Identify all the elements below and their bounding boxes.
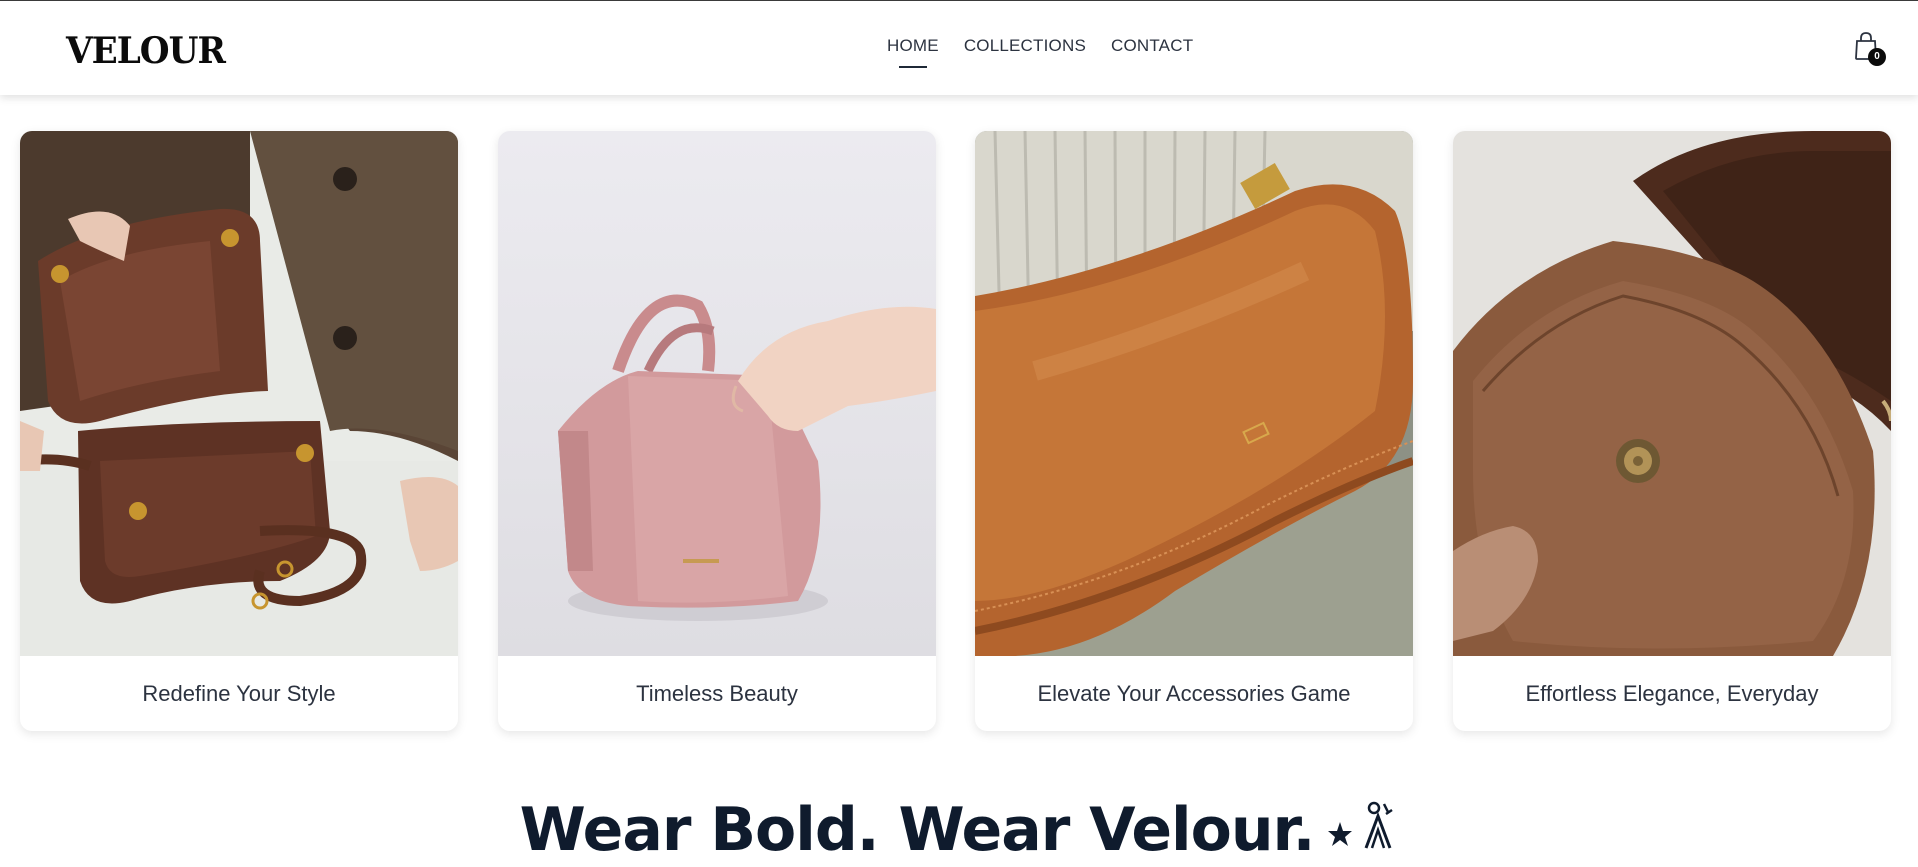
hero-tagline: Wear Bold. Wear Velour. bbox=[0, 795, 1918, 867]
card-caption: Elevate Your Accessories Game bbox=[1037, 681, 1351, 706]
pink-tote-bag-photo bbox=[498, 131, 936, 656]
nav-collections[interactable]: COLLECTIONS bbox=[964, 35, 1086, 57]
tan-leather-baguette-photo bbox=[975, 131, 1413, 656]
card-caption: Effortless Elegance, Everyday bbox=[1525, 681, 1819, 706]
brown-saddle-bag-photo bbox=[1453, 131, 1891, 656]
brown-crossbody-bag-photo bbox=[20, 131, 458, 656]
cart-button[interactable]: 0 bbox=[1853, 31, 1887, 67]
nav-home[interactable]: HOME bbox=[887, 35, 939, 68]
collection-card-redefine[interactable]: Redefine Your Style bbox=[20, 131, 458, 731]
collection-card-elevate[interactable]: Elevate Your Accessories Game bbox=[975, 131, 1413, 731]
collection-card-effortless[interactable]: Effortless Elegance, Everyday bbox=[1453, 131, 1891, 731]
main-nav: HOME COLLECTIONS CONTACT bbox=[887, 35, 1193, 68]
tagline-text: Wear Bold. Wear Velour. bbox=[519, 795, 1316, 865]
brand-logo[interactable]: VELOUR bbox=[66, 31, 226, 71]
site-header: VELOUR HOME COLLECTIONS CONTACT 0 bbox=[0, 0, 1918, 95]
card-caption: Redefine Your Style bbox=[142, 681, 336, 706]
card-caption: Timeless Beauty bbox=[636, 681, 798, 706]
sparkle-doodle-icon bbox=[1326, 800, 1398, 867]
nav-contact[interactable]: CONTACT bbox=[1111, 35, 1193, 57]
collection-card-timeless[interactable]: Timeless Beauty bbox=[498, 131, 936, 731]
cart-count-badge: 0 bbox=[1868, 48, 1886, 66]
